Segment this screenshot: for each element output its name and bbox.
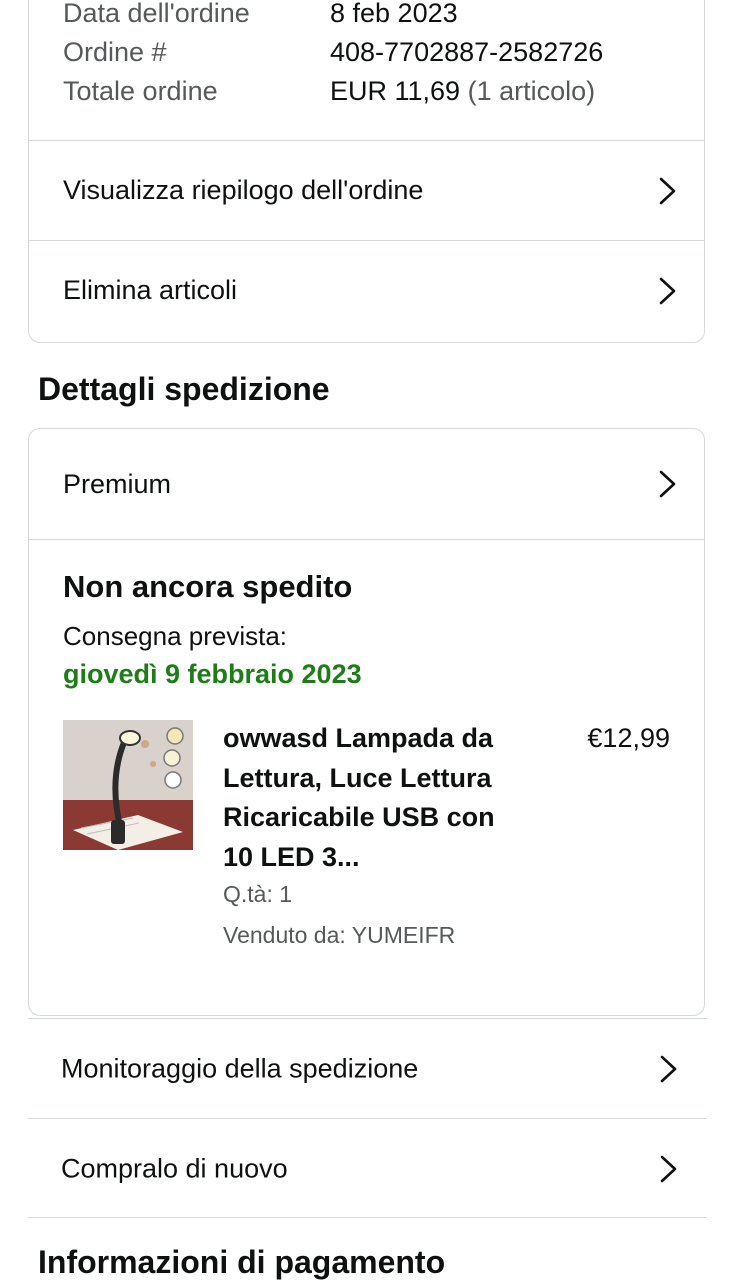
chevron-right-icon [659, 277, 676, 304]
expected-delivery-label: Consegna prevista: [63, 621, 288, 651]
product-quantity: Q.tà: 1 [223, 881, 293, 907]
order-details-page: Data dell'ordine 8 feb 2023 Ordine # 408… [0, 0, 735, 1280]
delete-items-label: Elimina articoli [63, 275, 238, 305]
chevron-right-icon [659, 177, 676, 204]
buy-again-link[interactable]: Compralo di nuovo [28, 1118, 707, 1218]
order-total-items-count: (1 articolo) [467, 76, 596, 106]
order-total-amount: EUR 11,69 [330, 76, 461, 106]
reading-lamp-image [63, 720, 193, 850]
chevron-right-icon [659, 470, 676, 498]
order-total-label: Totale ordine [63, 76, 218, 106]
product-price: €12,99 [587, 723, 670, 753]
order-info-card: Data dell'ordine 8 feb 2023 Ordine # 408… [28, 0, 705, 343]
product-title-line: Ricaricabile USB con [223, 802, 495, 832]
buy-again-label: Compralo di nuovo [61, 1153, 288, 1183]
delete-items-link[interactable]: Elimina articoli [29, 240, 704, 340]
track-shipment-link[interactable]: Monitoraggio della spedizione [28, 1018, 707, 1118]
product-title-line: 10 LED 3... [223, 841, 360, 872]
product-seller: Venduto da: YUMEIFR [223, 922, 456, 948]
divider [28, 1217, 707, 1218]
premium-label: Premium [63, 468, 172, 499]
product-title[interactable]: owwasd Lampada da Lettura, Luce Lettura … [223, 719, 543, 877]
order-date-label: Data dell'ordine [63, 0, 250, 28]
chevron-right-icon [660, 1055, 677, 1082]
product-image[interactable] [63, 720, 193, 850]
product-title-line: Lettura, Luce Lettura [223, 762, 492, 793]
payment-info-heading: Informazioni di pagamento [38, 1244, 446, 1280]
expected-delivery-date: giovedì 9 febbraio 2023 [63, 659, 362, 689]
divider [29, 539, 704, 540]
track-shipment-label: Monitoraggio della spedizione [61, 1053, 419, 1083]
order-number-value: 408-7702887-2582726 [330, 37, 604, 67]
view-order-summary-link[interactable]: Visualizza riepilogo dell'ordine [29, 140, 704, 240]
shipping-card: Premium Non ancora spedito Consegna prev… [28, 428, 705, 1016]
premium-shipping-link[interactable]: Premium [29, 429, 704, 539]
order-date-value: 8 feb 2023 [330, 0, 458, 28]
shipment-status: Non ancora spedito [63, 569, 353, 604]
product-title-line: owwasd Lampada da [223, 723, 494, 753]
order-number-label: Ordine # [63, 37, 167, 67]
order-total-value: EUR 11,69 (1 articolo) [330, 72, 595, 111]
chevron-right-icon [660, 1155, 677, 1182]
view-order-summary-label: Visualizza riepilogo dell'ordine [63, 175, 424, 205]
shipping-details-heading: Dettagli spedizione [38, 371, 330, 407]
